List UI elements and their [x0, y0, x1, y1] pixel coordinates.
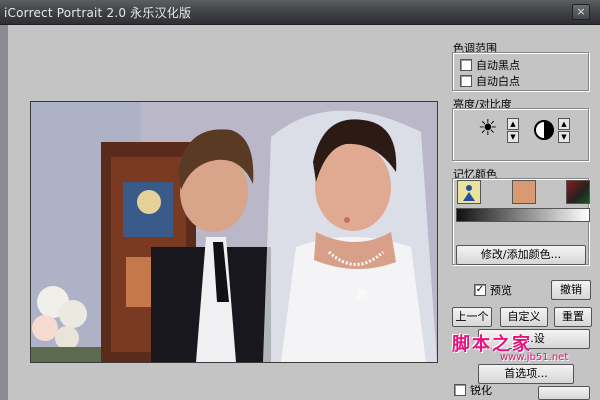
brightness-spinner[interactable]: ▲ ▼ — [507, 118, 519, 143]
previous-button[interactable]: 上一个 — [452, 307, 492, 327]
preview-image — [31, 102, 437, 362]
contrast-spinner[interactable]: ▲ ▼ — [558, 118, 570, 143]
app-window: iCorrect Portrait 2.0 永乐汉化版 × 色调范围 自动黑点 … — [0, 0, 600, 400]
preview-checkbox[interactable]: 预览 — [474, 282, 512, 298]
left-edge — [0, 25, 8, 400]
close-button[interactable]: × — [572, 4, 590, 20]
brightness-down-icon[interactable]: ▼ — [507, 131, 519, 143]
auto-black-checkbox[interactable]: 自动黑点 — [460, 57, 520, 73]
sharpen-settings-button[interactable] — [538, 386, 590, 400]
site-watermark: 脚本之家 www.jb51.net — [452, 330, 568, 363]
swatch-face-icon[interactable] — [512, 180, 536, 204]
contrast-up-icon[interactable]: ▲ — [558, 118, 570, 130]
title-bar: iCorrect Portrait 2.0 永乐汉化版 × — [0, 0, 600, 25]
sharpen-checkbox[interactable]: 锐化 — [454, 382, 492, 398]
undo-button[interactable]: 撤销 — [551, 280, 591, 300]
auto-white-label: 自动白点 — [476, 75, 520, 88]
preview-label: 预览 — [490, 284, 512, 297]
reset-button[interactable]: 重置 — [554, 307, 592, 327]
photo-preview[interactable] — [30, 101, 438, 363]
contrast-icon — [534, 120, 554, 140]
swatch-skin-icon[interactable] — [457, 180, 481, 204]
auto-black-label: 自动黑点 — [476, 59, 520, 72]
modify-color-button[interactable]: 修改/添加颜色... — [456, 245, 586, 265]
swatch-color-icon[interactable] — [566, 180, 590, 204]
sharpen-label: 锐化 — [470, 384, 492, 397]
window-title: iCorrect Portrait 2.0 永乐汉化版 — [4, 6, 192, 20]
auto-black-box[interactable] — [460, 59, 472, 71]
preview-box[interactable] — [474, 284, 486, 296]
auto-white-box[interactable] — [460, 75, 472, 87]
brightness-up-icon[interactable]: ▲ — [507, 118, 519, 130]
watermark-url: www.jb51.net — [500, 352, 569, 363]
preferences-button[interactable]: 首选项... — [478, 364, 574, 384]
tone-gradient-bar — [456, 208, 590, 222]
contrast-down-icon[interactable]: ▼ — [558, 131, 570, 143]
auto-white-checkbox[interactable]: 自动白点 — [460, 73, 520, 89]
custom-button[interactable]: 自定义 — [500, 307, 548, 327]
sharpen-box[interactable] — [454, 384, 466, 396]
sun-icon: ☀ — [478, 116, 498, 141]
